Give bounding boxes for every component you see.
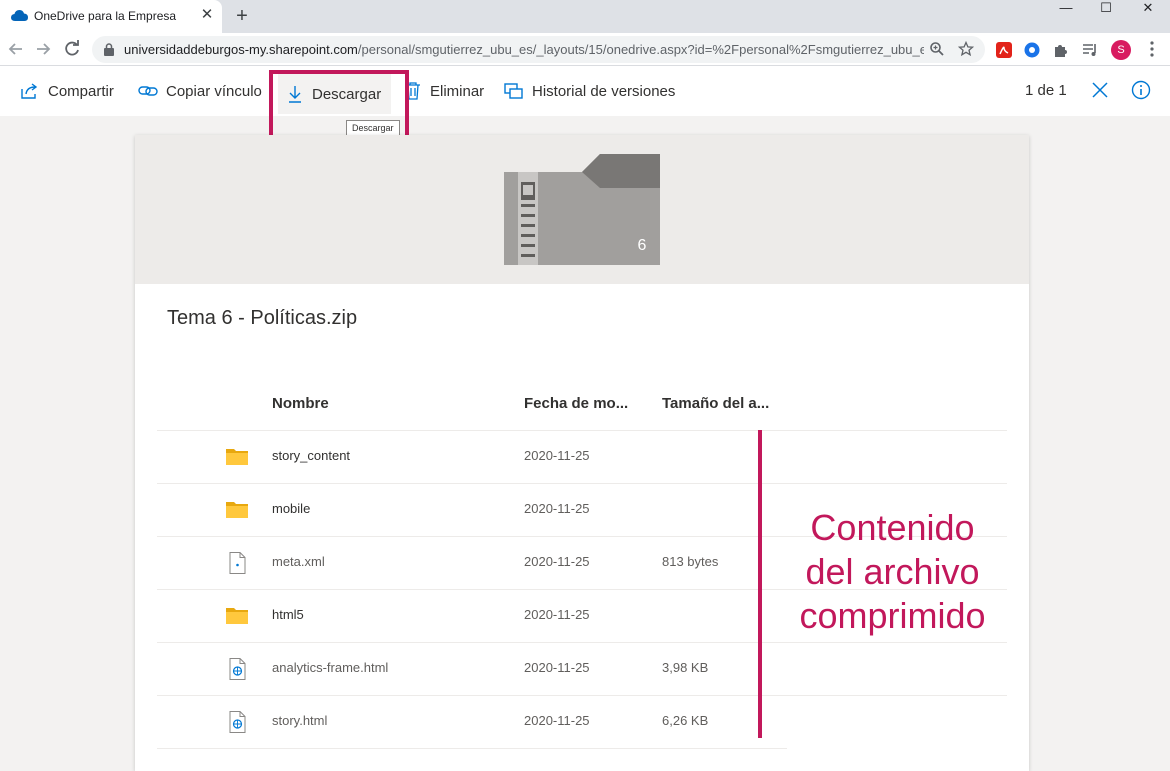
download-label: Descargar bbox=[312, 85, 382, 103]
download-button[interactable]: Descargar bbox=[278, 74, 392, 114]
annotation-bracket-line bbox=[758, 430, 762, 738]
window-close-button[interactable]: ✕ bbox=[1128, 0, 1168, 20]
page-count: 1 de 1 bbox=[1025, 82, 1067, 99]
annotation-line-1: Contenido bbox=[810, 507, 975, 548]
zip-folder-icon: 6 bbox=[504, 154, 660, 265]
tab-close-icon[interactable]: ✕ bbox=[199, 7, 215, 23]
table-row[interactable]: analytics-frame.html 2020-11-25 3,98 KB bbox=[157, 642, 1007, 695]
table-row[interactable]: story.html 2020-11-25 6,26 KB bbox=[157, 695, 1007, 748]
row-date: 2020-11-25 bbox=[524, 713, 590, 728]
folder-icon bbox=[226, 502, 248, 518]
share-button[interactable]: Compartir bbox=[20, 79, 114, 103]
row-size: 813 bytes bbox=[662, 554, 719, 569]
row-size: 3,98 KB bbox=[662, 660, 709, 675]
browser-tab-strip: OneDrive para la Empresa ✕ + — ☐ ✕ bbox=[0, 0, 1170, 33]
column-header-size[interactable]: Tamaño del a... bbox=[662, 395, 769, 412]
folder-icon bbox=[226, 449, 248, 465]
row-name: analytics-frame.html bbox=[272, 660, 389, 675]
folder-icon bbox=[226, 608, 248, 624]
version-history-label: Historial de versiones bbox=[532, 82, 676, 100]
pdf-extension-icon[interactable] bbox=[995, 41, 1013, 59]
html-file-icon bbox=[229, 658, 246, 680]
command-bar: Compartir Copiar vínculo Descargar Elimi… bbox=[0, 66, 1170, 116]
new-tab-button[interactable]: + bbox=[232, 5, 252, 27]
url-path: /personal/smgutierrez_ubu_es/_layouts/15… bbox=[357, 42, 924, 57]
extension-icon[interactable] bbox=[1023, 41, 1041, 59]
xml-file-icon bbox=[229, 552, 246, 574]
window-maximize-button[interactable]: ☐ bbox=[1086, 0, 1126, 20]
browser-tab[interactable]: OneDrive para la Empresa ✕ bbox=[0, 0, 222, 33]
tab-title: OneDrive para la Empresa bbox=[34, 9, 177, 23]
table-row[interactable]: story_content 2020-11-25 bbox=[157, 430, 1007, 483]
row-date: 2020-11-25 bbox=[524, 607, 590, 622]
row-name: html5 bbox=[272, 607, 304, 622]
puzzle-icon[interactable] bbox=[1052, 41, 1070, 59]
url-host: universidaddeburgos-my.sharepoint.com bbox=[124, 42, 358, 57]
kebab-menu-icon[interactable] bbox=[1144, 39, 1160, 59]
copy-link-label: Copiar vínculo bbox=[166, 82, 262, 100]
zoom-icon[interactable] bbox=[929, 41, 945, 57]
share-label: Compartir bbox=[48, 82, 114, 100]
footer-divider bbox=[157, 748, 787, 749]
browser-toolbar: universidaddeburgos-my.sharepoint.com/pe… bbox=[0, 33, 1170, 66]
row-name: story.html bbox=[272, 713, 328, 728]
close-icon[interactable] bbox=[1090, 80, 1110, 100]
row-name: mobile bbox=[272, 501, 311, 516]
copy-link-button[interactable]: Copiar vínculo bbox=[138, 79, 262, 103]
row-date: 2020-11-25 bbox=[524, 448, 590, 463]
address-bar[interactable]: universidaddeburgos-my.sharepoint.com/pe… bbox=[92, 36, 985, 63]
versions-icon bbox=[504, 83, 523, 99]
preview-header: 6 bbox=[135, 135, 1029, 284]
file-title: Tema 6 - Políticas.zip bbox=[167, 307, 358, 329]
star-icon[interactable] bbox=[958, 41, 974, 57]
window-minimize-button[interactable]: — bbox=[1046, 0, 1086, 20]
zip-badge: 6 bbox=[638, 237, 647, 254]
row-date: 2020-11-25 bbox=[524, 554, 590, 569]
reload-icon[interactable] bbox=[62, 39, 82, 59]
html-file-icon bbox=[229, 711, 246, 733]
annotation-line-2: del archivo bbox=[805, 551, 980, 592]
row-name: meta.xml bbox=[272, 554, 325, 569]
info-icon[interactable] bbox=[1131, 80, 1151, 100]
delete-button[interactable]: Eliminar bbox=[404, 79, 484, 103]
version-history-button[interactable]: Historial de versiones bbox=[504, 79, 675, 103]
row-name: story_content bbox=[272, 448, 351, 463]
media-icon[interactable] bbox=[1081, 41, 1099, 59]
forward-arrow-icon[interactable] bbox=[33, 39, 53, 59]
download-arrow-icon bbox=[289, 86, 301, 103]
lock-icon bbox=[104, 43, 114, 56]
link-icon bbox=[138, 86, 158, 96]
annotation-text: Contenido del archivo comprimido bbox=[780, 506, 1005, 638]
zip-preview-card: 6 Tema 6 - Políticas.zip Nombre Fecha de… bbox=[135, 135, 1029, 771]
delete-label: Eliminar bbox=[430, 82, 485, 100]
avatar[interactable]: S bbox=[1111, 40, 1131, 60]
row-date: 2020-11-25 bbox=[524, 660, 590, 675]
back-arrow-icon[interactable] bbox=[6, 39, 26, 59]
row-date: 2020-11-25 bbox=[524, 501, 590, 516]
annotation-line-3: comprimido bbox=[799, 595, 986, 636]
column-header-date[interactable]: Fecha de mo... bbox=[524, 395, 628, 412]
onedrive-cloud-icon bbox=[11, 10, 28, 21]
row-size: 6,26 KB bbox=[662, 713, 709, 728]
url-text: universidaddeburgos-my.sharepoint.com/pe… bbox=[124, 42, 924, 57]
share-icon bbox=[21, 83, 38, 99]
trash-icon bbox=[406, 82, 420, 100]
column-header-name[interactable]: Nombre bbox=[272, 395, 329, 412]
